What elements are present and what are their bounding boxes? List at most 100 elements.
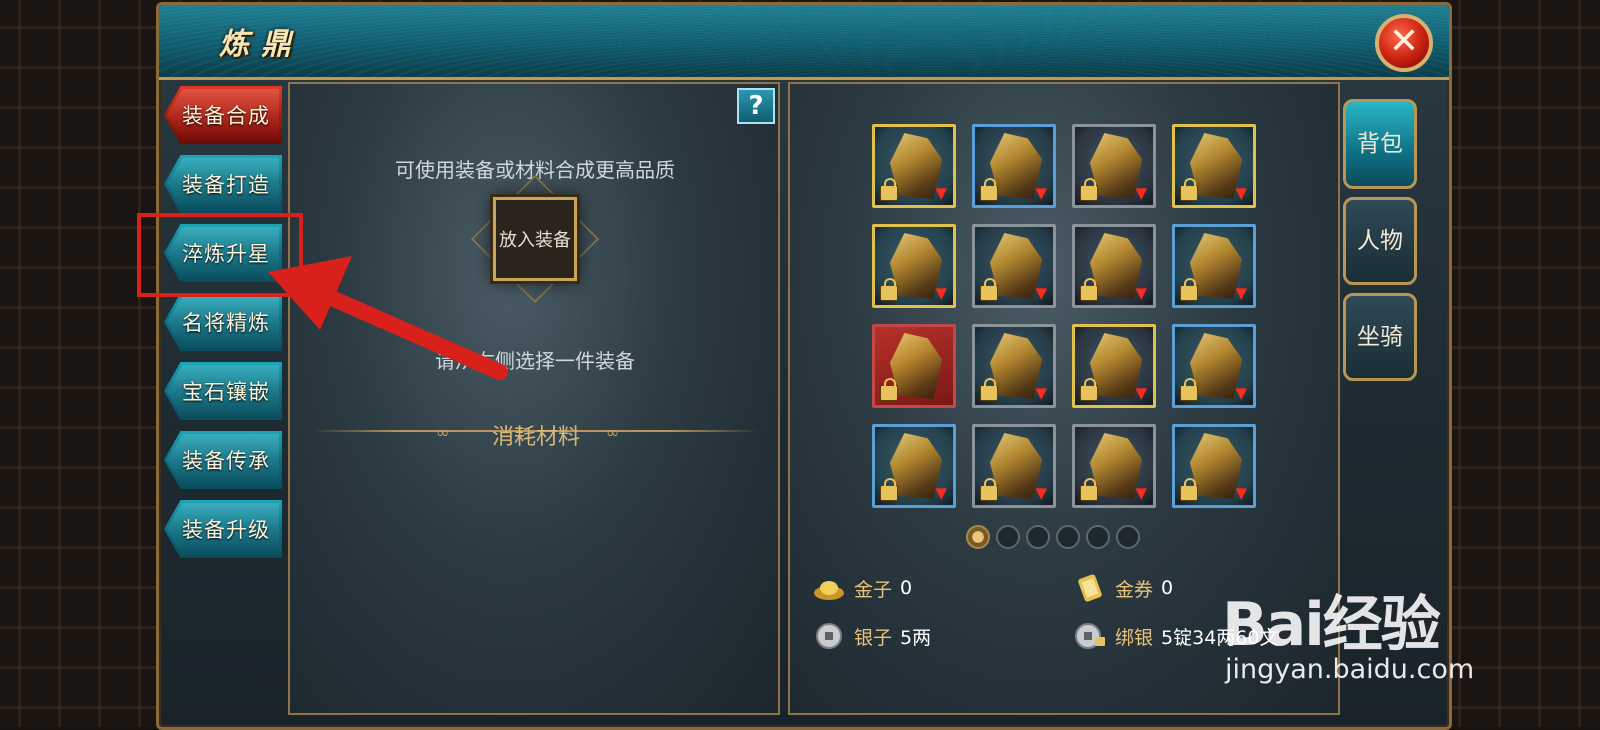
inventory-item[interactable]: ▼	[1072, 124, 1156, 208]
currency-value: 0	[1161, 577, 1174, 599]
down-arrow-icon: ▼	[935, 184, 947, 202]
coupon-scroll-icon	[1078, 574, 1102, 602]
gold-ingot-icon	[814, 581, 844, 600]
slot-label: 放入装备	[499, 230, 571, 251]
tab-label: 宝石镶嵌	[182, 380, 270, 404]
tab-equipment-forging[interactable]: 装备打造	[164, 155, 282, 213]
side-tab-character[interactable]: 人物	[1343, 197, 1417, 285]
inventory-item[interactable]: ▼	[972, 424, 1056, 508]
page-dot[interactable]	[1026, 525, 1050, 549]
tab-label: 装备合成	[182, 104, 270, 128]
tab-equipment-inherit[interactable]: 装备传承	[164, 431, 282, 489]
inventory-item[interactable]: ▼	[972, 324, 1056, 408]
lock-icon	[880, 378, 898, 401]
page-dot[interactable]	[1116, 525, 1140, 549]
lock-icon	[980, 178, 998, 201]
side-tab-backpack[interactable]: 背包	[1343, 99, 1417, 189]
side-tab-label: 人物	[1357, 228, 1403, 254]
watermark-url: jingyan.baidu.com	[1225, 654, 1475, 685]
currency-label: 绑银	[1115, 626, 1154, 649]
left-tab-list: 装备合成 装备打造 淬炼升星 名将精炼 宝石镶嵌 装备传承 装备升级	[164, 86, 288, 569]
window-title: 炼鼎	[219, 27, 303, 62]
inventory-item[interactable]: ▼	[972, 224, 1056, 308]
inventory-item[interactable]: ▼	[1072, 424, 1156, 508]
help-button[interactable]: ?	[737, 88, 775, 124]
compose-hint-bottom: 请从右侧选择一件装备	[435, 349, 635, 373]
bound-silver-icon	[1075, 623, 1105, 649]
page-dot[interactable]	[1086, 525, 1110, 549]
lock-icon	[1180, 478, 1198, 501]
equipment-slot[interactable]: 放入装备	[493, 197, 577, 281]
silver-coin-icon	[816, 623, 842, 649]
inventory-item[interactable]: ▼	[1172, 224, 1256, 308]
currency-label: 金子	[854, 578, 893, 601]
page-indicator	[966, 525, 1140, 549]
inventory-item[interactable]: ▼	[1172, 424, 1256, 508]
down-arrow-icon: ▼	[1135, 484, 1147, 502]
lock-icon	[980, 378, 998, 401]
down-arrow-icon: ▼	[1235, 484, 1247, 502]
scroll-ornament-icon: ∞	[436, 423, 450, 442]
lock-icon	[980, 478, 998, 501]
currency-label: 金券	[1115, 578, 1154, 601]
currency-value: 0	[900, 577, 913, 599]
currency-gold: 金子 0	[812, 574, 912, 602]
tab-equipment-synthesis[interactable]: 装备合成	[164, 86, 282, 144]
page-dot[interactable]	[1056, 525, 1080, 549]
currency-silver: 银子 5两	[812, 622, 931, 650]
down-arrow-icon: ▼	[1235, 284, 1247, 302]
lock-icon	[1080, 478, 1098, 501]
tab-temper-star-up[interactable]: 淬炼升星	[164, 224, 282, 282]
down-arrow-icon: ▼	[1135, 184, 1147, 202]
title-bar: 炼鼎	[159, 5, 1449, 80]
inventory-item[interactable]	[872, 324, 956, 408]
lock-icon	[1080, 378, 1098, 401]
inventory-item[interactable]: ▼	[1072, 324, 1156, 408]
tab-label: 淬炼升星	[182, 242, 270, 266]
inventory-item[interactable]: ▼	[872, 224, 956, 308]
down-arrow-icon: ▼	[1035, 484, 1047, 502]
down-arrow-icon: ▼	[1235, 384, 1247, 402]
side-tab-label: 背包	[1357, 131, 1403, 157]
down-arrow-icon: ▼	[1035, 184, 1047, 202]
page-dot[interactable]	[996, 525, 1020, 549]
tab-label: 名将精炼	[182, 311, 270, 335]
lock-icon	[980, 278, 998, 301]
compose-hint-top: 可使用装备或材料合成更高品质	[395, 158, 675, 182]
inventory-item[interactable]: ▼	[1072, 224, 1156, 308]
side-tab-mount[interactable]: 坐骑	[1343, 293, 1417, 381]
inventory-item[interactable]: ▼	[1172, 124, 1256, 208]
inventory-item[interactable]: ▼	[972, 124, 1056, 208]
lock-icon	[1080, 178, 1098, 201]
down-arrow-icon: ▼	[1035, 384, 1047, 402]
lock-icon	[880, 178, 898, 201]
tab-equipment-upgrade[interactable]: 装备升级	[164, 500, 282, 558]
tab-general-refine[interactable]: 名将精炼	[164, 293, 282, 351]
currency-label: 银子	[854, 626, 893, 649]
close-icon: ✕	[1388, 20, 1420, 62]
side-tab-label: 坐骑	[1357, 324, 1403, 350]
lock-icon	[880, 478, 898, 501]
down-arrow-icon: ▼	[935, 284, 947, 302]
lock-icon	[1180, 378, 1198, 401]
lock-icon	[1080, 278, 1098, 301]
inventory-item[interactable]: ▼	[1172, 324, 1256, 408]
page-dot[interactable]	[966, 525, 990, 549]
inventory-item[interactable]: ▼	[872, 124, 956, 208]
down-arrow-icon: ▼	[1135, 284, 1147, 302]
materials-label: 消耗材料	[491, 425, 580, 450]
inventory-item[interactable]: ▼	[872, 424, 956, 508]
down-arrow-icon: ▼	[1135, 384, 1147, 402]
down-arrow-icon: ▼	[935, 484, 947, 502]
tab-label: 装备传承	[182, 449, 270, 473]
down-arrow-icon: ▼	[1235, 184, 1247, 202]
lock-icon	[880, 278, 898, 301]
scroll-ornament-icon: ∞	[606, 423, 620, 442]
down-arrow-icon: ▼	[1035, 284, 1047, 302]
close-button[interactable]: ✕	[1375, 14, 1433, 72]
currency-value: 5两	[900, 626, 932, 649]
tab-label: 装备升级	[182, 518, 270, 542]
baidu-watermark: Bai经验	[1222, 590, 1441, 660]
lock-icon	[1180, 278, 1198, 301]
tab-gem-inlay[interactable]: 宝石镶嵌	[164, 362, 282, 420]
